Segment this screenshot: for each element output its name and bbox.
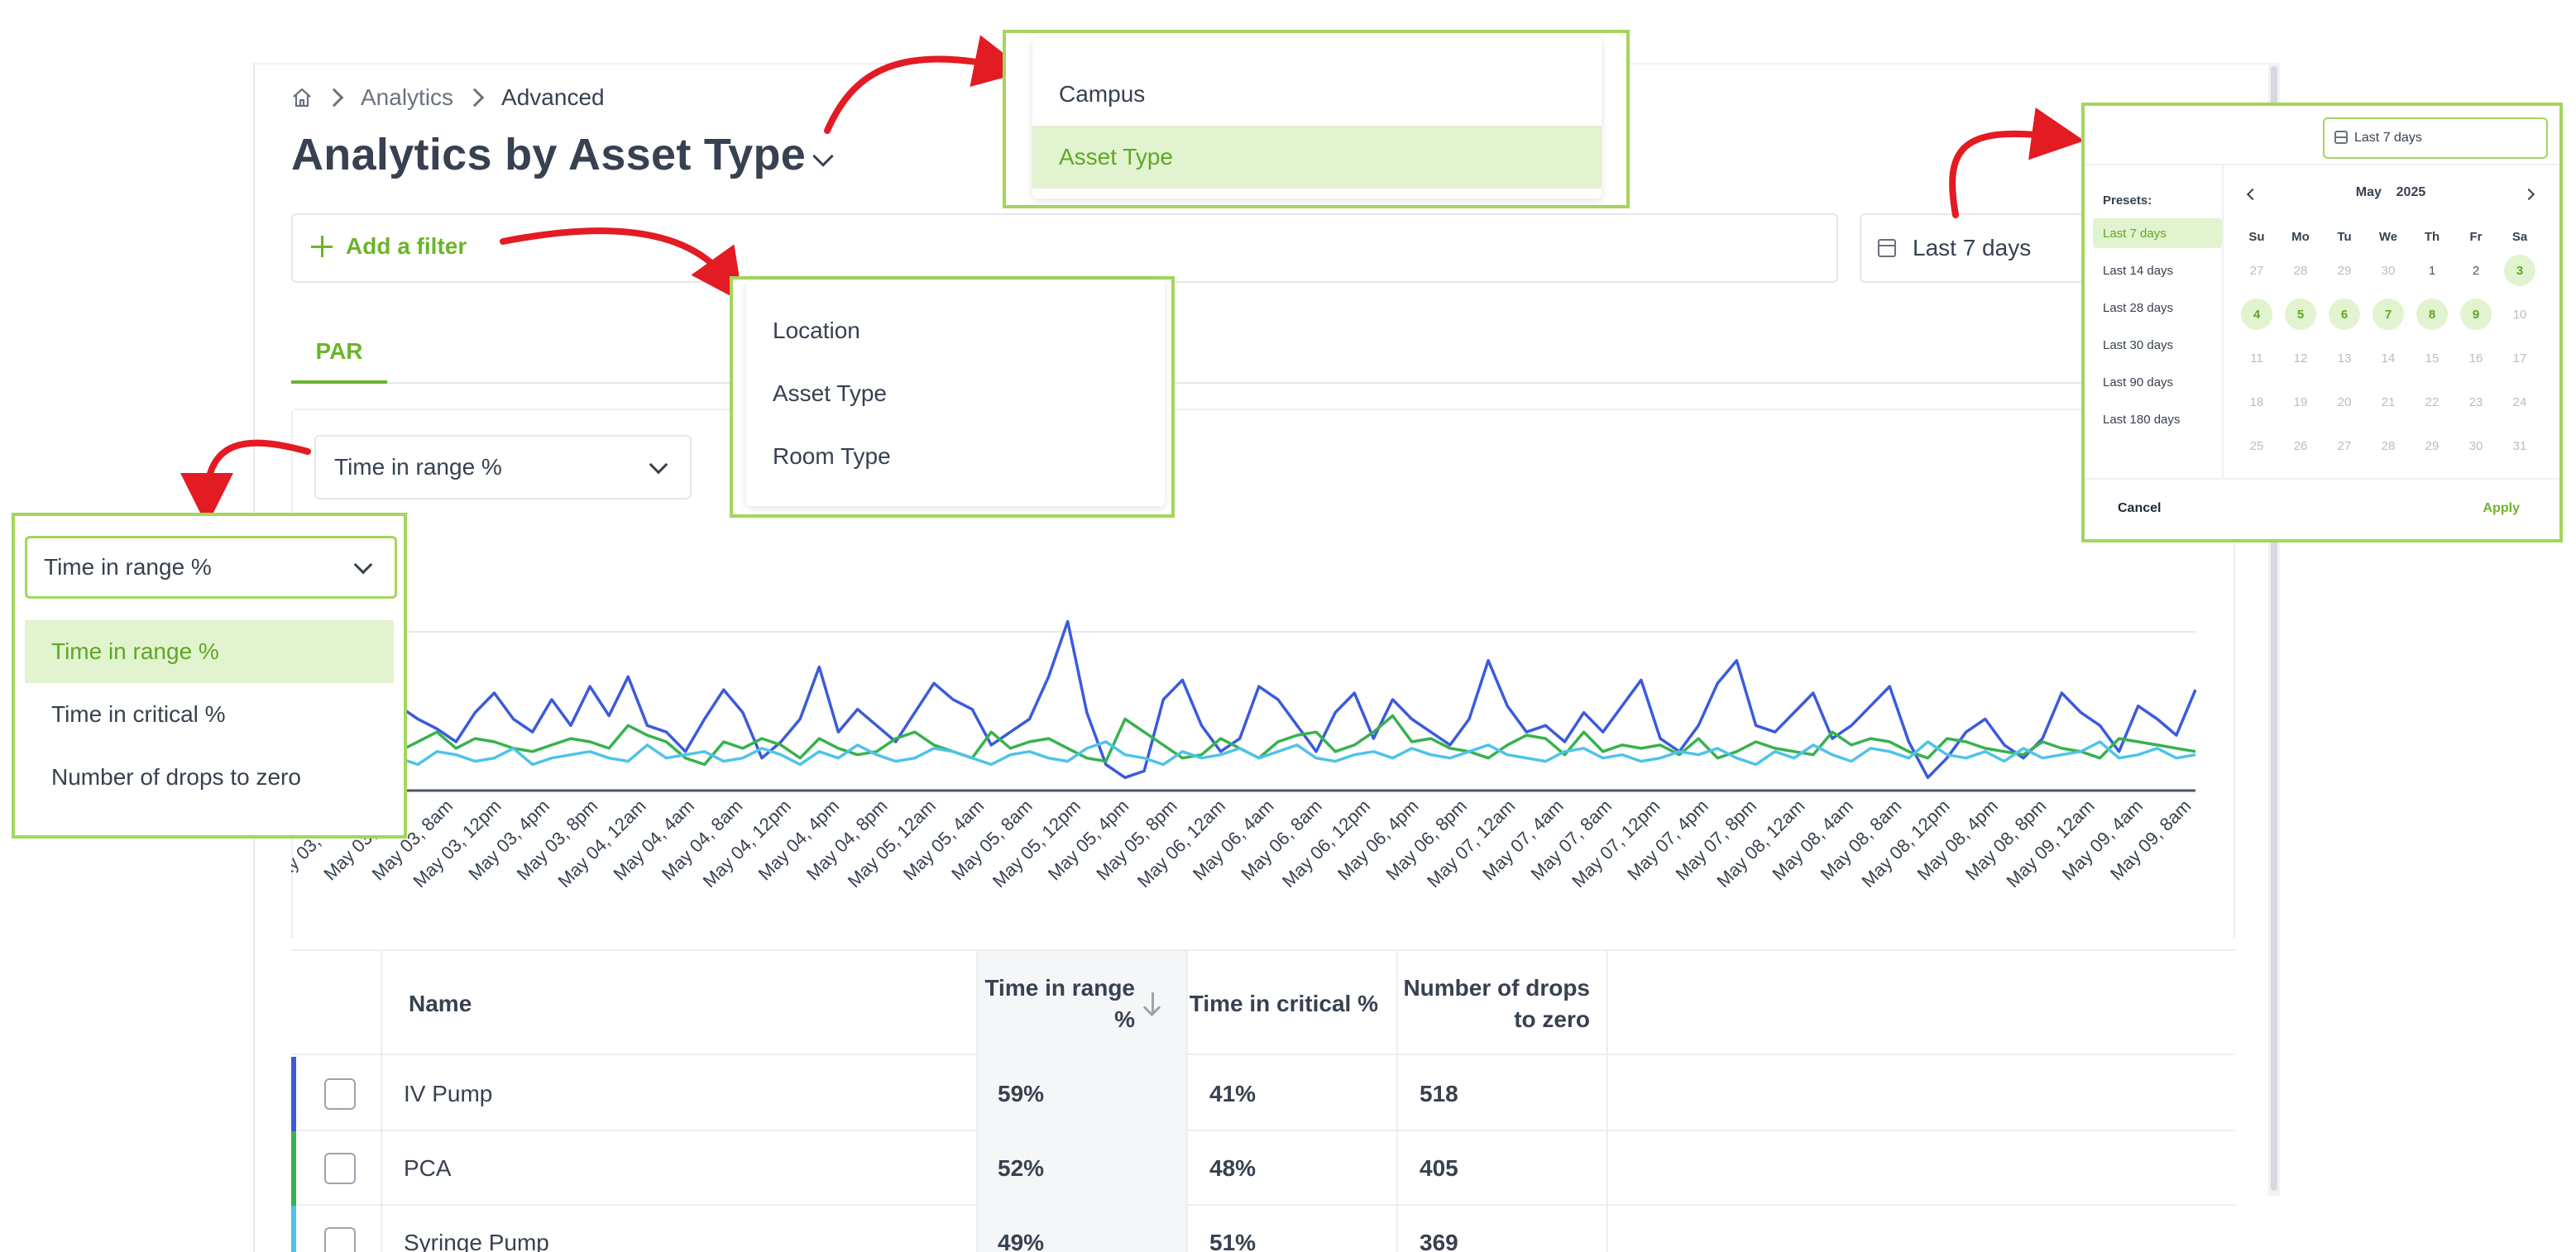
calendar-day[interactable]: 7 [2373,299,2404,330]
weekday-label: Tu [2337,230,2352,244]
weekday-label: Sa [2511,230,2528,244]
calendar-day[interactable]: 1 [2416,255,2448,286]
calendar-month-year: May 2025 [2224,185,2558,200]
callout-filter-menu: Location Asset Type Room Type [730,276,1175,518]
weekday-label: Th [2424,230,2440,244]
calendar-day[interactable]: 15 [2416,342,2448,374]
calendar-icon [2334,131,2348,144]
calendar-day[interactable]: 25 [2241,430,2272,461]
calendar-day[interactable]: 19 [2285,386,2316,418]
calendar-day[interactable]: 18 [2241,386,2272,418]
group-by-option-campus[interactable]: Campus [1032,63,1602,126]
filter-option-room-type[interactable]: Room Type [746,425,1165,488]
date-picker: Last 7 days Presets: Last 7 days Last 14 … [2085,106,2559,539]
calendar-day[interactable]: 11 [2241,342,2272,374]
metric-menu-value: Time in range % [44,554,212,580]
preset-item[interactable]: Last 180 days [2093,404,2222,434]
date-picker-input-value: Last 7 days [2354,131,2422,145]
metric-option-time-in-critical[interactable]: Time in critical % [25,683,394,746]
calendar-day[interactable]: 28 [2373,430,2404,461]
group-by-menu: Campus Asset Type [1032,38,1602,198]
arrow-to-date-picker [1949,107,2085,218]
calendar-day[interactable]: 23 [2460,386,2492,418]
calendar-day[interactable]: 30 [2373,255,2404,286]
filter-option-location[interactable]: Location [746,299,1165,362]
calendar: May 2025 Su Mo Tu We Th Fr Sa 27 28 29 30 1 2 3 4 5 6 7 8 9… [2224,164,2558,478]
calendar-day[interactable]: 12 [2285,342,2316,374]
arrow-to-group-by [824,35,1027,134]
calendar-day[interactable]: 27 [2241,255,2272,286]
calendar-day[interactable]: 26 [2285,430,2316,461]
calendar-year[interactable]: 2025 [2396,185,2426,199]
preset-item[interactable]: Last 28 days [2093,293,2222,323]
calendar-day[interactable]: 10 [2504,299,2535,330]
calendar-day[interactable]: 17 [2504,342,2535,374]
weekday-label: We [2378,230,2398,244]
calendar-day[interactable]: 24 [2504,386,2535,418]
calendar-day[interactable]: 3 [2504,255,2535,286]
weekday-label: Su [2248,230,2265,244]
chevron-down-icon [353,555,373,575]
arrow-to-filter-menu [500,227,744,303]
calendar-day[interactable]: 21 [2373,386,2404,418]
callout-group-by: Campus Asset Type [1003,30,1630,208]
filter-menu: Location Asset Type Room Type [746,280,1165,506]
calendar-day[interactable]: 20 [2329,386,2360,418]
presets-title: Presets: [2103,194,2152,208]
callout-metric-menu: Time in range % Time in range % Time in … [12,513,407,839]
metric-option-drops-to-zero[interactable]: Number of drops to zero [25,746,394,809]
weekday-label: Mo [2291,230,2310,244]
calendar-month[interactable]: May [2356,185,2382,199]
calendar-day[interactable]: 6 [2329,299,2360,330]
apply-button[interactable]: Apply [2483,501,2520,516]
calendar-day[interactable]: 5 [2285,299,2316,330]
calendar-day[interactable]: 13 [2329,342,2360,374]
calendar-day[interactable]: 30 [2460,430,2492,461]
calendar-day[interactable]: 14 [2373,342,2404,374]
preset-item[interactable]: Last 90 days [2093,367,2222,397]
preset-item[interactable]: Last 14 days [2093,256,2222,285]
group-by-option-asset-type[interactable]: Asset Type [1032,126,1602,189]
calendar-day[interactable]: 28 [2285,255,2316,286]
date-picker-input[interactable]: Last 7 days [2323,117,2548,159]
calendar-day[interactable]: 16 [2460,342,2492,374]
calendar-day[interactable]: 2 [2460,255,2492,286]
calendar-day[interactable]: 4 [2241,299,2272,330]
calendar-day[interactable]: 27 [2329,430,2360,461]
weekday-label: Fr [2469,230,2483,244]
calendar-day[interactable]: 22 [2416,386,2448,418]
calendar-day[interactable]: 9 [2460,299,2492,330]
calendar-day[interactable]: 29 [2329,255,2360,286]
calendar-day[interactable]: 8 [2416,299,2448,330]
date-picker-footer: Cancel Apply [2085,478,2559,539]
calendar-day[interactable]: 31 [2504,430,2535,461]
preset-item[interactable]: Last 7 days [2093,218,2222,248]
metric-option-time-in-range[interactable]: Time in range % [25,620,394,683]
filter-option-asset-type[interactable]: Asset Type [746,362,1165,425]
calendar-day[interactable]: 29 [2416,430,2448,461]
cancel-button[interactable]: Cancel [2118,501,2161,516]
metric-menu-select[interactable]: Time in range % [25,536,397,599]
arrow-to-metric-menu [180,439,311,526]
date-presets: Presets: Last 7 days Last 14 days Last 28 … [2085,164,2224,478]
preset-item[interactable]: Last 30 days [2093,330,2222,360]
